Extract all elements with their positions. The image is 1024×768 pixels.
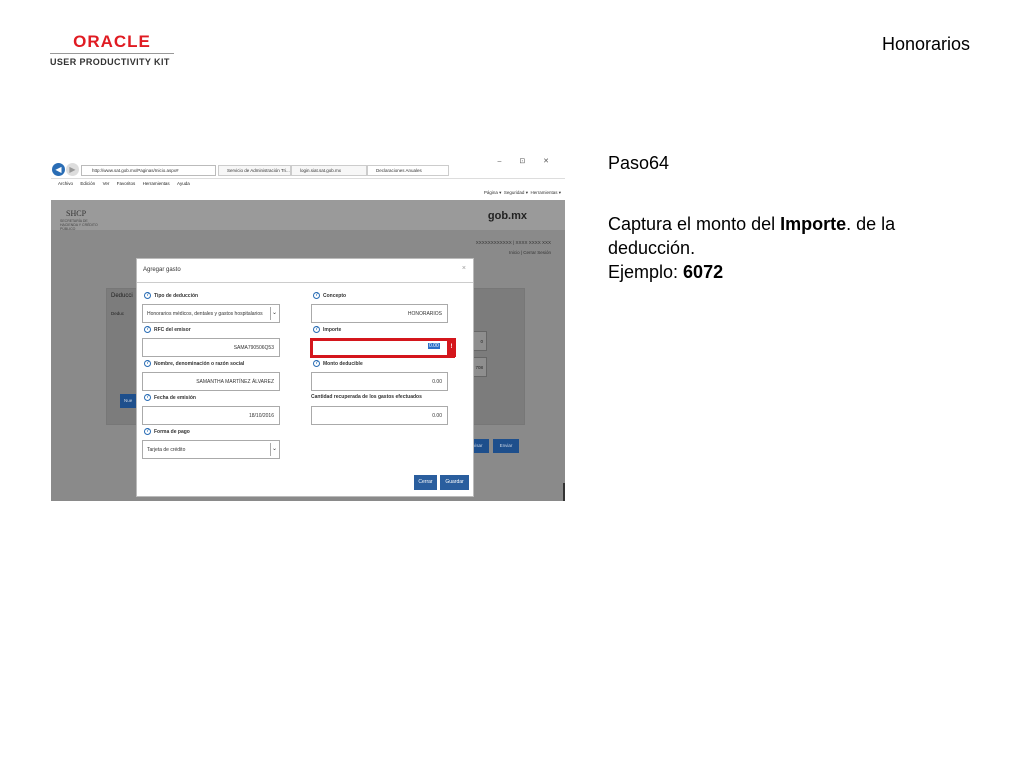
address-bar[interactable]: http://www.sat.gob.mx/Paginas/Inicio.asp…	[81, 165, 216, 176]
help-icon[interactable]: ?	[144, 394, 151, 401]
step-instruction: Captura el monto del Importe. de la dedu…	[608, 212, 968, 284]
chevron-down-icon: ⌄	[270, 443, 278, 456]
logo-brand: ORACLE	[73, 32, 151, 51]
session-links[interactable]: Inicio | Cerrar Sesión	[509, 250, 551, 255]
toolbar-pagina[interactable]: Página ▾	[484, 190, 502, 195]
rfc-emisor-field[interactable]: SAMA790506Q53	[142, 338, 280, 357]
user-rfc: XXXXXXXXXXXX | XXXX XXXX XXX	[475, 240, 551, 245]
dialog-header: Agregar gasto ×	[137, 259, 473, 283]
example-label: Ejemplo:	[608, 262, 684, 282]
logo-product: USER PRODUCTIVITY KIT	[50, 57, 170, 67]
tipo-deduccion-select[interactable]: Honorarios médicos, dentales y gastos ho…	[142, 304, 280, 323]
warning-icon: !	[447, 338, 456, 357]
nombre-field[interactable]: SAMANTHA MARTÍNEZ ÁLVAREZ	[142, 372, 280, 391]
panel-title: Deducci	[111, 293, 133, 299]
help-icon[interactable]: ?	[144, 326, 151, 333]
menu-bar: Archivo Edición Ver Favoritos Herramient…	[51, 179, 565, 189]
label-concepto: ? Concepto	[313, 292, 347, 299]
monto-deducible-field: 0.00	[311, 372, 448, 391]
page-edge	[563, 483, 565, 501]
shcp-subtitle: SECRETARÍA DE HACIENDA Y CRÉDITO PÚBLICO	[60, 219, 98, 231]
tab-sat[interactable]: Servicio de Administración Tri...	[218, 165, 291, 176]
chevron-down-icon: ⌄	[270, 307, 278, 320]
forward-icon[interactable]: ▶	[66, 163, 79, 176]
page-title: Honorarios	[881, 34, 970, 54]
label-cantidad-recuperada: Cantidad recuperada de los gastos efectu…	[311, 394, 422, 400]
menu-ayuda[interactable]: Ayuda	[177, 181, 190, 186]
example-value: 6072	[683, 262, 724, 282]
gobmx-logo: gob.mx	[487, 210, 527, 222]
close-icon[interactable]: ×	[462, 265, 466, 272]
label-fecha: ? Fecha de emisión	[144, 394, 196, 401]
toolbar-herramientas[interactable]: Herramientas ▾	[530, 190, 561, 195]
menu-favoritos[interactable]: Favoritos	[117, 181, 136, 186]
site-header: SHCP SECRETARÍA DE HACIENDA Y CRÉDITO PÚ…	[51, 200, 565, 231]
app-screenshot: ◀ ▶ http://www.sat.gob.mx/Paginas/Inicio…	[51, 157, 565, 501]
label-rfc-emisor: ? RFC del emisor	[144, 326, 191, 333]
label-nombre: ? Nombre, denominación o razón social	[144, 360, 245, 367]
menu-edicion[interactable]: Edición	[80, 181, 95, 186]
bg-nuevo-button[interactable]: Nue	[120, 394, 137, 408]
concepto-field[interactable]: HONORARIOS	[311, 304, 448, 323]
label-tipo-deduccion: ? Tipo de deducción	[144, 292, 199, 299]
tab-login[interactable]: login.siat.sat.gob.mx	[291, 165, 367, 176]
menu-herramientas[interactable]: Herramientas	[143, 181, 170, 186]
back-icon[interactable]: ◀	[52, 163, 65, 176]
toolbar-seguridad[interactable]: Seguridad ▾	[504, 190, 528, 195]
help-icon[interactable]: ?	[144, 360, 151, 367]
tab-declaraciones[interactable]: Declaraciones Anuales	[367, 165, 449, 176]
help-icon[interactable]: ?	[313, 292, 320, 299]
forma-pago-select[interactable]: Tarjeta de crédito ⌄	[142, 440, 280, 459]
help-icon[interactable]: ?	[144, 428, 151, 435]
cerrar-button[interactable]: Cerrar	[414, 475, 437, 490]
label-importe: ? Importe	[313, 326, 342, 333]
instruction-bold: Importe	[780, 214, 847, 234]
guardar-button[interactable]: Guardar	[440, 475, 469, 490]
help-icon[interactable]: ?	[144, 292, 151, 299]
window-controls[interactable]: – ⊡ ✕	[497, 157, 557, 165]
help-icon[interactable]: ?	[313, 326, 320, 333]
shcp-logo: SHCP	[66, 209, 87, 218]
command-bar: Página ▾ Seguridad ▾ Herramientas ▾	[484, 190, 561, 196]
panel-subtitle: Deduc	[111, 311, 125, 316]
menu-archivo[interactable]: Archivo	[58, 181, 73, 186]
fecha-field[interactable]: 18/10/2016	[142, 406, 280, 425]
site-background: SHCP SECRETARÍA DE HACIENDA Y CRÉDITO PÚ…	[51, 200, 565, 501]
oracle-upk-logo: ORACLE USER PRODUCTIVITY KIT	[50, 33, 174, 67]
agregar-gasto-dialog: Agregar gasto × ? Tipo de deducción Honor…	[136, 258, 474, 497]
instruction-prefix: Captura el monto del	[608, 214, 781, 234]
importe-value[interactable]: 0.00	[428, 343, 440, 349]
browser-tabbar: ◀ ▶ http://www.sat.gob.mx/Paginas/Inicio…	[51, 157, 565, 179]
logo-divider	[50, 53, 174, 54]
cantidad-recuperada-field[interactable]: 0.00	[311, 406, 448, 425]
help-icon[interactable]: ?	[313, 360, 320, 367]
step-label: Paso64	[608, 153, 670, 173]
menu-ver[interactable]: Ver	[103, 181, 110, 186]
bg-enviar-button[interactable]: Enviar	[493, 439, 519, 453]
dialog-title: Agregar gasto	[143, 267, 181, 273]
label-monto-deducible: ? Monto deducible	[313, 360, 363, 367]
label-forma-pago: ? Forma de pago	[144, 428, 190, 435]
slide: ORACLE USER PRODUCTIVITY KIT Honorarios …	[0, 0, 1024, 768]
